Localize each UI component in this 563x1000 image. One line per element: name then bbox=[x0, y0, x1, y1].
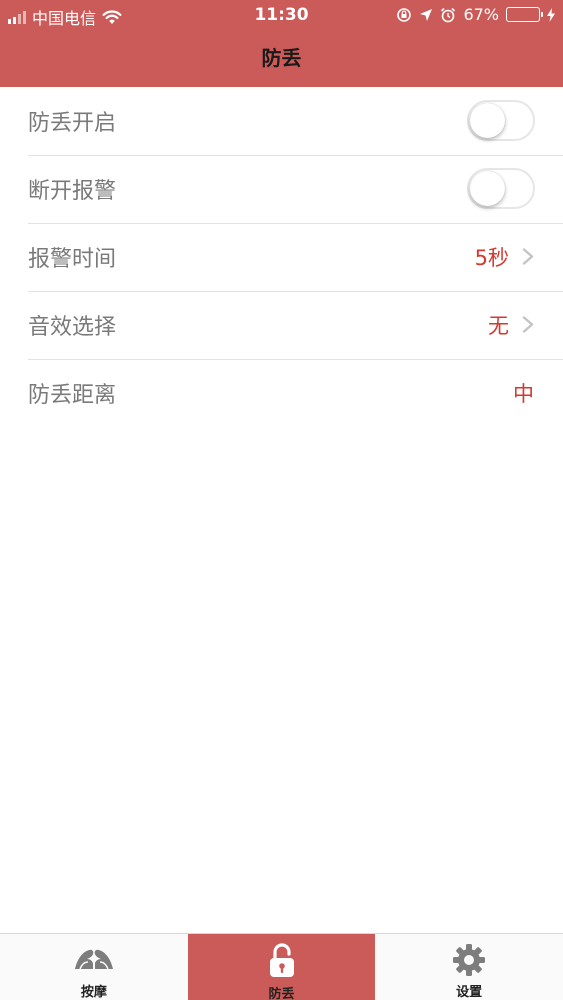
header: 中国电信 11:30 67% 防丢 bbox=[0, 0, 563, 87]
tab-anti-loss[interactable]: 防丢 bbox=[187, 934, 376, 1000]
gear-icon bbox=[453, 944, 486, 976]
anti-loss-enable-toggle[interactable] bbox=[467, 100, 535, 141]
rotation-lock-icon bbox=[397, 7, 412, 22]
status-right: 67% bbox=[396, 5, 555, 24]
setting-label: 音效选择 bbox=[28, 315, 117, 340]
toggle-knob bbox=[470, 171, 505, 206]
setting-label: 防丢开启 bbox=[28, 111, 117, 136]
tab-label: 防丢 bbox=[268, 987, 295, 1000]
setting-disconnect-alarm: 断开报警 bbox=[0, 155, 563, 223]
tab-label: 按摩 bbox=[80, 985, 107, 1000]
anti-loss-distance-value: 中 bbox=[513, 382, 534, 406]
location-arrow-icon bbox=[420, 8, 433, 21]
chevron-right-icon bbox=[522, 316, 534, 333]
charging-bolt-icon bbox=[547, 7, 555, 22]
setting-alarm-time[interactable]: 报警时间 5秒 bbox=[0, 223, 563, 291]
disconnect-alarm-toggle[interactable] bbox=[467, 168, 535, 209]
battery-percent: 67% bbox=[463, 5, 499, 24]
toggle-knob bbox=[470, 103, 505, 138]
chevron-right-icon bbox=[522, 248, 534, 265]
lock-open-icon bbox=[269, 943, 294, 977]
alarm-clock-icon bbox=[441, 7, 456, 22]
setting-anti-loss-distance[interactable]: 防丢距离 中 bbox=[0, 359, 563, 427]
page-title: 防丢 bbox=[261, 46, 302, 70]
battery-icon bbox=[506, 7, 543, 22]
setting-label: 报警时间 bbox=[28, 247, 117, 272]
setting-anti-loss-enable: 防丢开启 bbox=[0, 87, 563, 155]
status-bar: 中国电信 11:30 67% bbox=[0, 0, 563, 30]
tab-label: 设置 bbox=[456, 985, 483, 1000]
sound-select-value: 无 bbox=[488, 314, 509, 338]
tab-settings[interactable]: 设置 bbox=[375, 934, 563, 1000]
setting-label: 断开报警 bbox=[28, 179, 117, 204]
setting-label: 防丢距离 bbox=[28, 383, 117, 408]
alarm-time-value: 5秒 bbox=[474, 246, 509, 270]
tab-massage[interactable]: 按摩 bbox=[0, 934, 188, 1000]
setting-sound-select[interactable]: 音效选择 无 bbox=[0, 291, 563, 359]
settings-list: 防丢开启 断开报警 报警时间 5秒 音效选择 无 防丢距离 中 bbox=[0, 87, 563, 427]
tab-bar: 按摩 防丢 设置 bbox=[0, 933, 563, 1000]
massage-hands-icon bbox=[74, 949, 113, 970]
